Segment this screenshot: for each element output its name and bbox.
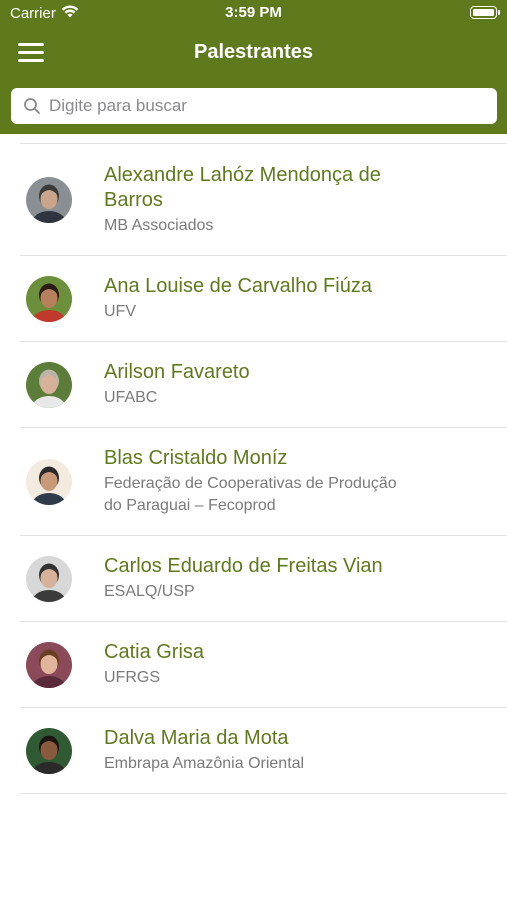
battery-icon bbox=[470, 6, 500, 19]
speaker-row[interactable]: Blas Cristaldo Moníz Federação de Coopera… bbox=[20, 428, 507, 536]
speaker-name: Blas Cristaldo Moníz bbox=[104, 447, 288, 469]
page-title: Palestrantes bbox=[194, 41, 313, 63]
speaker-avatar bbox=[26, 177, 72, 223]
speaker-name: Carlos Eduardo de Freitas Vian bbox=[104, 555, 383, 577]
speaker-organization: UFABC bbox=[104, 389, 158, 406]
speaker-avatar bbox=[26, 275, 72, 322]
speaker-row[interactable]: Catia Grisa UFRGS bbox=[20, 622, 507, 708]
speaker-name: Alexandre Lahóz Mendonça de Barros bbox=[104, 164, 381, 211]
speaker-avatar bbox=[26, 727, 72, 774]
navigation-bar: Palestrantes bbox=[0, 26, 507, 78]
speaker-avatar bbox=[26, 555, 72, 602]
speaker-name: Ana Louise de Carvalho Fiúza bbox=[104, 275, 372, 297]
speaker-organization: Federação de Cooperativas de Produção do… bbox=[104, 475, 397, 514]
speaker-avatar bbox=[26, 361, 72, 408]
speaker-row[interactable]: Dalva Maria da Mota Embrapa Amazônia Orie… bbox=[20, 708, 507, 794]
speaker-avatar bbox=[26, 641, 72, 688]
search-icon bbox=[24, 98, 40, 114]
search-input[interactable] bbox=[49, 96, 497, 116]
speaker-organization: Embrapa Amazônia Oriental bbox=[104, 755, 305, 772]
speaker-organization: UFRGS bbox=[104, 669, 160, 686]
status-bar: Carrier 3:59 PM bbox=[0, 0, 507, 26]
status-time: 3:59 PM bbox=[225, 4, 282, 21]
speaker-organization: MB Associados bbox=[104, 217, 214, 234]
search-bar bbox=[0, 78, 507, 134]
speaker-row[interactable]: Carlos Eduardo de Freitas Vian ESALQ/USP bbox=[20, 536, 507, 622]
speaker-list: Alexandre Lahóz Mendonça de Barros MB Ass… bbox=[0, 145, 507, 794]
search-box[interactable] bbox=[11, 88, 497, 124]
speaker-name: Dalva Maria da Mota bbox=[104, 727, 289, 749]
speaker-avatar bbox=[26, 458, 72, 505]
speaker-name: Arilson Favareto bbox=[104, 361, 250, 383]
speaker-row[interactable]: Ana Louise de Carvalho Fiúza UFV bbox=[20, 256, 507, 342]
speaker-row[interactable]: Alexandre Lahóz Mendonça de Barros MB Ass… bbox=[20, 145, 507, 256]
speaker-organization: ESALQ/USP bbox=[104, 583, 195, 600]
speaker-organization: UFV bbox=[104, 303, 136, 320]
speaker-name: Catia Grisa bbox=[104, 641, 205, 663]
list-top-divider bbox=[20, 143, 507, 144]
speaker-row[interactable]: Arilson Favareto UFABC bbox=[20, 342, 507, 428]
